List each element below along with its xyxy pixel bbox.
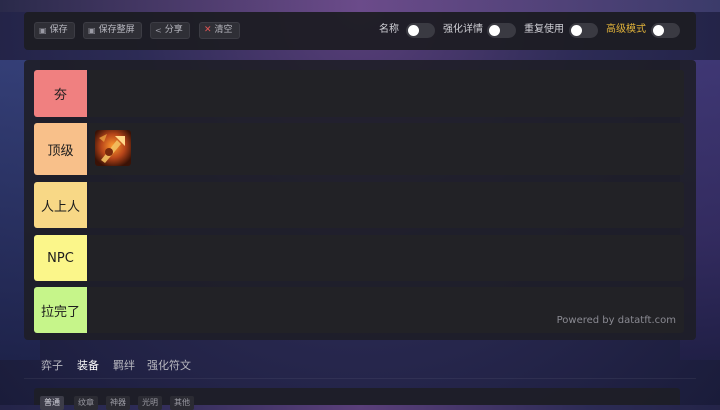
tier-row: 拉完了 Powered by datatft.com [34, 287, 684, 333]
clear-button[interactable]: ✕ 清空 [199, 22, 240, 39]
save-icon: ▣ [39, 26, 47, 35]
tier-label[interactable]: NPC [34, 235, 87, 281]
subtab-artifact[interactable]: 神器 [106, 396, 130, 410]
tier-row: 人上人 [34, 182, 684, 228]
subtab-normal[interactable]: 普通 [40, 396, 64, 410]
toggle-reuse-label: 重复使用 [524, 24, 564, 35]
tab-traits[interactable]: 羁绊 [113, 357, 135, 373]
toggle-advanced-mode-switch[interactable] [651, 23, 680, 38]
toggle-reuse-switch[interactable] [569, 23, 598, 38]
tab-champions[interactable]: 弈子 [41, 357, 63, 373]
share-icon: < [155, 26, 162, 35]
tier-row: 夯 [34, 70, 684, 117]
tier-drop-zone[interactable] [89, 123, 684, 175]
save-fullscreen-button-label: 保存整屏 [98, 25, 135, 35]
background-banner [0, 0, 720, 12]
toggle-advanced-mode-label: 高级模式 [606, 24, 646, 35]
save-fullscreen-button[interactable]: ▣ 保存整屏 [83, 22, 142, 39]
item-icon[interactable] [95, 130, 131, 166]
tier-label[interactable]: 顶级 [34, 123, 87, 175]
tier-label[interactable]: 夯 [34, 70, 87, 117]
save-button[interactable]: ▣ 保存 [34, 22, 75, 39]
tier-row: 顶级 [34, 123, 684, 175]
tier-drop-zone[interactable] [89, 235, 684, 281]
toggle-augment-detail-switch[interactable] [487, 23, 516, 38]
tier-drop-zone[interactable] [89, 70, 684, 117]
powered-by-text: Powered by datatft.com [556, 315, 676, 326]
tab-items[interactable]: 装备 [77, 357, 99, 373]
tier-list-panel: 夯 顶级 人上人 NPC 拉完了 Powered by datatft.com [24, 60, 696, 340]
subtab-radiant[interactable]: 光明 [138, 396, 162, 410]
tier-row: NPC [34, 235, 684, 281]
camera-icon: ▣ [88, 26, 96, 35]
toolbar: ▣ 保存 ▣ 保存整屏 < 分享 ✕ 清空 名称 强化详情 重复使用 高级模式 [24, 12, 696, 50]
toggle-name-label: 名称 [379, 24, 399, 35]
tier-drop-zone[interactable]: Powered by datatft.com [89, 287, 684, 333]
share-button[interactable]: < 分享 [150, 22, 190, 39]
subtab-other[interactable]: 其他 [170, 396, 194, 410]
category-tabs: 弈子 装备 羁绊 强化符文 [24, 352, 696, 379]
tier-label[interactable]: 拉完了 [34, 287, 87, 333]
subtab-emblem[interactable]: 纹章 [74, 396, 98, 410]
tier-drop-zone[interactable] [89, 182, 684, 228]
share-button-label: 分享 [164, 25, 183, 35]
clear-icon: ✕ [204, 25, 212, 35]
toggle-augment-detail-label: 强化详情 [443, 24, 483, 35]
tier-label[interactable]: 人上人 [34, 182, 87, 228]
tab-augments[interactable]: 强化符文 [147, 357, 191, 373]
item-artwork [95, 130, 131, 166]
toggle-name-switch[interactable] [406, 23, 435, 38]
item-subtabs: 普通 纹章 神器 光明 其他 [34, 388, 680, 410]
save-button-label: 保存 [49, 25, 68, 35]
clear-button-label: 清空 [214, 25, 233, 35]
